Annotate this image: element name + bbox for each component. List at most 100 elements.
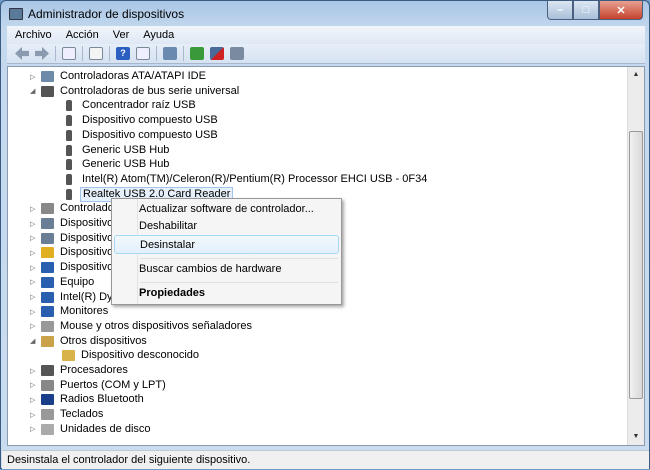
menu-bar: Archivo Acción Ver Ayuda [7, 26, 645, 44]
tree-item[interactable]: Intel(R) Atom(TM)/Celeron(R)/Pentium(R) … [51, 172, 429, 187]
help-icon[interactable]: ? [116, 47, 130, 60]
tree-item-label: Otros dispositivos [60, 334, 147, 347]
tree-item[interactable]: Dispositivo compuesto USB [51, 128, 220, 143]
expand-icon[interactable]: ▷ [30, 411, 38, 419]
context-menu: Actualizar software de controlador... De… [111, 198, 342, 305]
device-icon [41, 203, 54, 215]
collapse-icon[interactable]: ◢ [30, 337, 38, 345]
expand-icon[interactable]: ▷ [30, 425, 38, 433]
window-title: Administrador de dispositivos [28, 7, 185, 21]
menu-item-scan-hardware[interactable]: Buscar cambios de hardware [114, 260, 339, 279]
device-icon [41, 409, 54, 421]
tree-item[interactable]: Generic USB Hub [51, 157, 171, 172]
expand-icon[interactable]: ▷ [30, 367, 38, 375]
tree-item-label: Concentrador raíz USB [82, 99, 196, 112]
device-manager-icon [9, 8, 23, 20]
device-icon [41, 306, 54, 318]
device-icon [41, 365, 54, 376]
tree-item[interactable]: ▷ Puertos (COM y LPT) [30, 378, 168, 393]
tree-item-label: Generic USB Hub [82, 143, 170, 156]
tree-item[interactable]: Concentrador raíz USB [51, 98, 198, 113]
forward-icon[interactable] [35, 47, 49, 60]
expand-icon[interactable]: ▷ [30, 73, 38, 81]
device-icon [41, 232, 54, 244]
collapse-icon[interactable]: ◢ [30, 87, 38, 95]
device-icon [66, 129, 72, 141]
tree-item[interactable]: ▷ Equipo [30, 275, 96, 290]
expand-icon[interactable]: ▷ [30, 249, 38, 257]
close-button[interactable]: ✕ [599, 1, 643, 20]
tree-item-label: Radios Bluetooth [60, 393, 144, 406]
tree-item[interactable]: Generic USB Hub [51, 143, 171, 158]
back-icon[interactable] [15, 47, 29, 60]
toolbar: ? [7, 44, 645, 64]
tree-item-label: Monitores [60, 305, 109, 318]
tree-item[interactable]: ◢ Controladoras de bus serie universal [30, 84, 241, 99]
expand-icon[interactable]: ▷ [30, 293, 38, 301]
tree-item-label: Dispositivo desconocido [81, 349, 200, 362]
device-icon [62, 350, 75, 362]
vertical-scrollbar[interactable]: ▲ ▼ [627, 67, 644, 445]
expand-icon[interactable]: ▷ [30, 264, 38, 272]
menu-item-disable[interactable]: Deshabilitar [114, 217, 339, 236]
device-icon [41, 247, 54, 259]
menu-item-properties[interactable]: Propiedades [114, 284, 339, 303]
device-icon [66, 159, 72, 171]
uninstall-icon[interactable] [210, 47, 224, 60]
status-bar: Desinstala el controlador del siguiente … [2, 450, 649, 469]
title-bar: Administrador de dispositivos [9, 5, 184, 23]
disable-icon[interactable] [230, 47, 244, 60]
tree-item[interactable]: ▷ Radios Bluetooth [30, 392, 146, 407]
tree-item[interactable]: Dispositivo desconocido [51, 348, 201, 363]
properties-icon[interactable] [89, 47, 103, 60]
tree-item[interactable]: Dispositivo compuesto USB [51, 113, 220, 128]
scroll-up-icon[interactable]: ▲ [628, 67, 644, 83]
tree-item[interactable]: ▷ Monitores [30, 304, 110, 319]
menu-ver[interactable]: Ver [113, 29, 130, 41]
device-icon [66, 144, 72, 156]
menu-ayuda[interactable]: Ayuda [143, 29, 174, 41]
expand-icon[interactable]: ▷ [30, 381, 38, 389]
expand-icon[interactable]: ▷ [30, 322, 38, 330]
device-icon [41, 71, 54, 82]
tree-item-label: Mouse y otros dispositivos señaladores [60, 319, 252, 332]
device-icon [41, 262, 54, 274]
expand-icon[interactable]: ▷ [30, 234, 38, 242]
device-icon [66, 188, 72, 200]
expand-icon[interactable]: ▷ [30, 396, 38, 404]
expand-icon[interactable]: ▷ [30, 220, 38, 228]
tree-item[interactable]: ▷ Procesadores [30, 363, 130, 378]
tree-item-label: Controladoras ATA/ATAPI IDE [60, 70, 206, 82]
device-icon [41, 379, 54, 391]
tree-item[interactable]: ▷ Mouse y otros dispositivos señaladores [30, 319, 254, 334]
show-hide-tree-icon[interactable] [62, 47, 76, 60]
device-icon [66, 173, 72, 185]
action-pane-icon[interactable] [136, 47, 150, 60]
device-icon [41, 218, 54, 229]
menu-item-uninstall[interactable]: Desinstalar [114, 235, 339, 254]
device-icon [41, 320, 54, 332]
scrollbar-thumb[interactable] [629, 131, 643, 399]
tree-item[interactable]: ◢ Otros dispositivos [30, 334, 149, 349]
menu-separator [140, 258, 338, 259]
device-icon [41, 394, 54, 406]
tree-item-label: Controladoras de bus serie universal [60, 84, 240, 97]
tree-item[interactable]: ▷ Teclados [30, 407, 105, 422]
expand-icon[interactable]: ▷ [30, 308, 38, 316]
expand-icon[interactable]: ▷ [30, 278, 38, 286]
minimize-button[interactable]: – [547, 1, 573, 20]
scroll-down-icon[interactable]: ▼ [628, 429, 644, 445]
maximize-button[interactable]: □ [573, 1, 599, 20]
tree-item-label: Intel(R) Atom(TM)/Celeron(R)/Pentium(R) … [82, 172, 428, 185]
device-icon [41, 276, 54, 288]
tree-item[interactable]: ▷ Controladoras ATA/ATAPI IDE [30, 69, 208, 84]
menu-accion[interactable]: Acción [66, 29, 99, 41]
update-driver-icon[interactable] [190, 47, 204, 60]
tree-item-label: Unidades de disco [60, 422, 151, 435]
device-icon [41, 423, 54, 435]
scan-hardware-icon[interactable] [163, 47, 177, 60]
tree-item-label: Puertos (COM y LPT) [60, 378, 166, 391]
menu-archivo[interactable]: Archivo [15, 29, 52, 41]
tree-item[interactable]: ▷ Unidades de disco [30, 422, 153, 437]
expand-icon[interactable]: ▷ [30, 205, 38, 213]
